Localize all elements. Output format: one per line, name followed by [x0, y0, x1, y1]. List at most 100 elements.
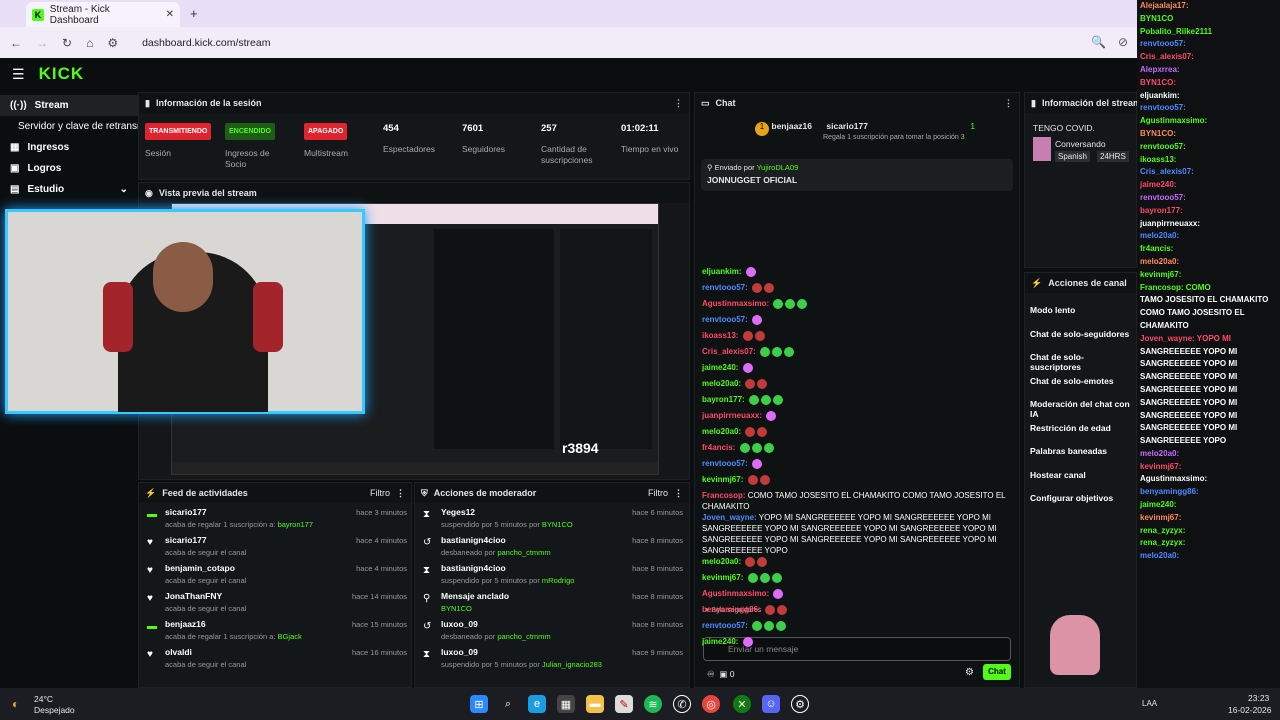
chat-message[interactable]: kevinmj67: — [702, 474, 1012, 485]
channel-action-item[interactable]: Modo lento — [1030, 305, 1130, 315]
chat-message[interactable]: melo20a0: — [702, 378, 1012, 389]
whatsapp-icon[interactable]: ✆ — [673, 695, 691, 713]
discord-icon[interactable]: ☺ — [762, 695, 780, 713]
forward-icon[interactable]: → — [36, 36, 48, 50]
chat-username[interactable]: renvtooo57: — [702, 315, 748, 324]
chat-username[interactable]: fr4ancis: — [702, 443, 735, 452]
eye-off-icon[interactable]: ⊘ — [1118, 35, 1128, 49]
sidebar-item-ingresos[interactable]: ▦ Ingresos — [0, 137, 138, 158]
chrome-icon[interactable]: ◎ — [702, 695, 720, 713]
search-icon[interactable]: ⌕ — [499, 695, 517, 713]
chat-message[interactable]: Francosop: COMO TAMO JOSESITO EL CHAMAKI… — [702, 490, 1012, 512]
list-item[interactable]: ♥ sicario177 acaba de seguir el canal hace… — [145, 535, 407, 563]
app-icon[interactable]: ✎ — [615, 695, 633, 713]
list-item[interactable]: ⧗ luxoo_09 suspendido por 5 minutos por Ju… — [421, 647, 683, 675]
chat-message[interactable]: melo20a0: — [702, 426, 1012, 437]
chat-username[interactable]: Cris_alexis07: — [702, 347, 756, 356]
address-bar[interactable]: dashboard.kick.com/stream — [142, 37, 270, 49]
sidebar-item-stream[interactable]: ((·)) Stream — [0, 95, 138, 116]
channel-action-item[interactable]: Chat de solo-emotes — [1030, 376, 1130, 386]
chat-message[interactable]: eljuankim: — [702, 266, 1012, 277]
browser-tab[interactable]: K Stream - Kick Dashboard ✕ — [26, 2, 180, 27]
steam-icon[interactable]: ⚙ — [791, 695, 809, 713]
settings-icon[interactable]: ⚙ — [965, 667, 974, 678]
list-item[interactable]: ⚲ Mensaje anclado BYN1CO hace 8 minutos — [421, 591, 683, 619]
menu-icon[interactable]: ☰ — [12, 66, 25, 83]
chat-username[interactable]: juanpirrneuaxx: — [702, 411, 762, 420]
start-icon[interactable]: ⊞ — [470, 695, 488, 713]
chat-message[interactable]: kevinmj67: — [702, 572, 1012, 583]
channel-action-item[interactable]: Moderación del chat con IA — [1030, 399, 1130, 419]
chat-message[interactable]: Joven_wayne: YOPO MI SANGREEEEEE YOPO MI… — [702, 512, 1012, 556]
list-item[interactable]: ▬ benjaaz16 acaba de regalar 1 suscripción… — [145, 619, 407, 647]
xbox-icon[interactable]: ✕ — [733, 695, 751, 713]
sidebar-item-estudio[interactable]: ▤ Estudio ⌄ — [0, 179, 138, 200]
chat-username[interactable]: jaime240: — [702, 637, 738, 646]
reload-icon[interactable]: ↻ — [62, 36, 72, 50]
chat-message[interactable]: renvtooo57: — [702, 620, 1012, 631]
list-item[interactable]: ⧗ Yeges12 suspendido por 5 minutos por BYN… — [421, 507, 683, 535]
list-item[interactable]: ⧗ bastianign4cioo suspendido por 5 minutos… — [421, 563, 683, 591]
chat-username[interactable]: Agustinmaxsimo: — [702, 299, 769, 308]
chat-username[interactable]: melo20a0: — [702, 379, 741, 388]
channel-action-item[interactable]: Chat de solo-seguidores — [1030, 329, 1130, 339]
clock-time[interactable]: 23:23 — [1248, 693, 1269, 703]
chat-username[interactable]: renvtooo57: — [702, 459, 748, 468]
lang-indicator[interactable]: LAA — [1142, 699, 1157, 708]
row-target[interactable]: mRodrigo — [542, 576, 575, 585]
chat-username[interactable]: jaime240: — [702, 363, 738, 372]
list-item[interactable]: ↺ bastianign4cioo desbaneado por pancho_ct… — [421, 535, 683, 563]
chat-message[interactable]: jaime240: — [702, 362, 1012, 373]
channel-action-item[interactable]: Palabras baneadas — [1030, 446, 1130, 456]
more-icon[interactable]: ⋮ — [1004, 98, 1013, 109]
kick-logo[interactable]: KICK — [39, 64, 85, 84]
home-icon[interactable]: ⌂ — [86, 36, 93, 50]
list-item[interactable]: ♥ benjamin_cotapo acaba de seguir el canal… — [145, 563, 407, 591]
chat-username[interactable]: melo20a0: — [702, 557, 741, 566]
channel-action-item[interactable]: Chat de solo-suscriptores — [1030, 352, 1130, 372]
list-item[interactable]: ♥ JonaThanFNY acaba de seguir el canal hac… — [145, 591, 407, 619]
chat-message[interactable]: juanpirrneuaxx: — [702, 410, 1012, 421]
chat-username[interactable]: melo20a0: — [702, 427, 741, 436]
more-icon[interactable]: ⋮ — [396, 488, 405, 499]
chat-message[interactable]: Agustinmaxsimo: — [702, 298, 1012, 309]
sidebar-item-logros[interactable]: ▣ Logros — [0, 158, 138, 179]
chat-message[interactable]: renvtooo57: — [702, 458, 1012, 469]
explorer-icon[interactable]: ▬ — [586, 695, 604, 713]
spotify-icon[interactable]: ≋ — [644, 695, 662, 713]
site-info-icon[interactable]: ⚙ — [107, 36, 118, 50]
more-icon[interactable]: ⋮ — [674, 488, 683, 499]
edge-icon[interactable]: e — [528, 695, 546, 713]
list-item[interactable]: ↺ luxoo_09 desbaneado por pancho_ctmmm hace… — [421, 619, 683, 647]
chat-message[interactable]: jaime240: — [702, 636, 1012, 647]
chat-message[interactable]: fr4ancis: — [702, 442, 1012, 453]
list-item[interactable]: ♥ olvaldi acaba de seguir el canal hace 16… — [145, 647, 407, 675]
row-target[interactable]: bayron177 — [278, 520, 313, 529]
chat-message[interactable]: benyamingg86: — [702, 604, 1012, 615]
list-item[interactable]: ▬ sicario177 acaba de regalar 1 suscripció… — [145, 507, 407, 535]
chat-username[interactable]: bayron177: — [702, 395, 745, 404]
chat-username[interactable]: renvtooo57: — [702, 283, 748, 292]
chat-send-button[interactable]: Chat — [983, 664, 1011, 680]
channel-action-item[interactable]: Restricción de edad — [1030, 423, 1130, 433]
zoom-icon[interactable]: 🔍 — [1091, 35, 1106, 49]
chat-username[interactable]: kevinmj67: — [702, 573, 743, 582]
filter-button[interactable]: Filtro — [370, 488, 390, 498]
chat-username[interactable]: eljuankim: — [702, 267, 742, 276]
store-icon[interactable]: ▦ — [557, 695, 575, 713]
chat-username[interactable]: renvtooo57: — [702, 621, 748, 630]
chat-message[interactable]: melo20a0: — [702, 556, 1012, 567]
chevron-down-icon[interactable]: ⌄ — [120, 184, 128, 195]
chat-username[interactable]: Joven_wayne: — [702, 513, 757, 522]
sidebar-item-server-key[interactable]: Servidor y clave de retransmisión — [0, 116, 166, 137]
chat-username[interactable]: Francosop: — [702, 491, 746, 500]
chat-message[interactable]: bayron177: — [702, 394, 1012, 405]
channel-action-item[interactable]: Configurar objetivos — [1030, 493, 1130, 503]
chat-username[interactable]: kevinmj67: — [702, 475, 743, 484]
row-target[interactable]: BGjack — [278, 632, 302, 641]
clock-date[interactable]: 16-02-2026 — [1228, 705, 1271, 715]
row-target[interactable]: pancho_ctmmm — [497, 632, 550, 641]
chat-username[interactable]: Agustinmaxsimo: — [702, 589, 769, 598]
channel-action-item[interactable]: Hostear canal — [1030, 470, 1130, 480]
chat-username[interactable]: ikoass13: — [702, 331, 738, 340]
